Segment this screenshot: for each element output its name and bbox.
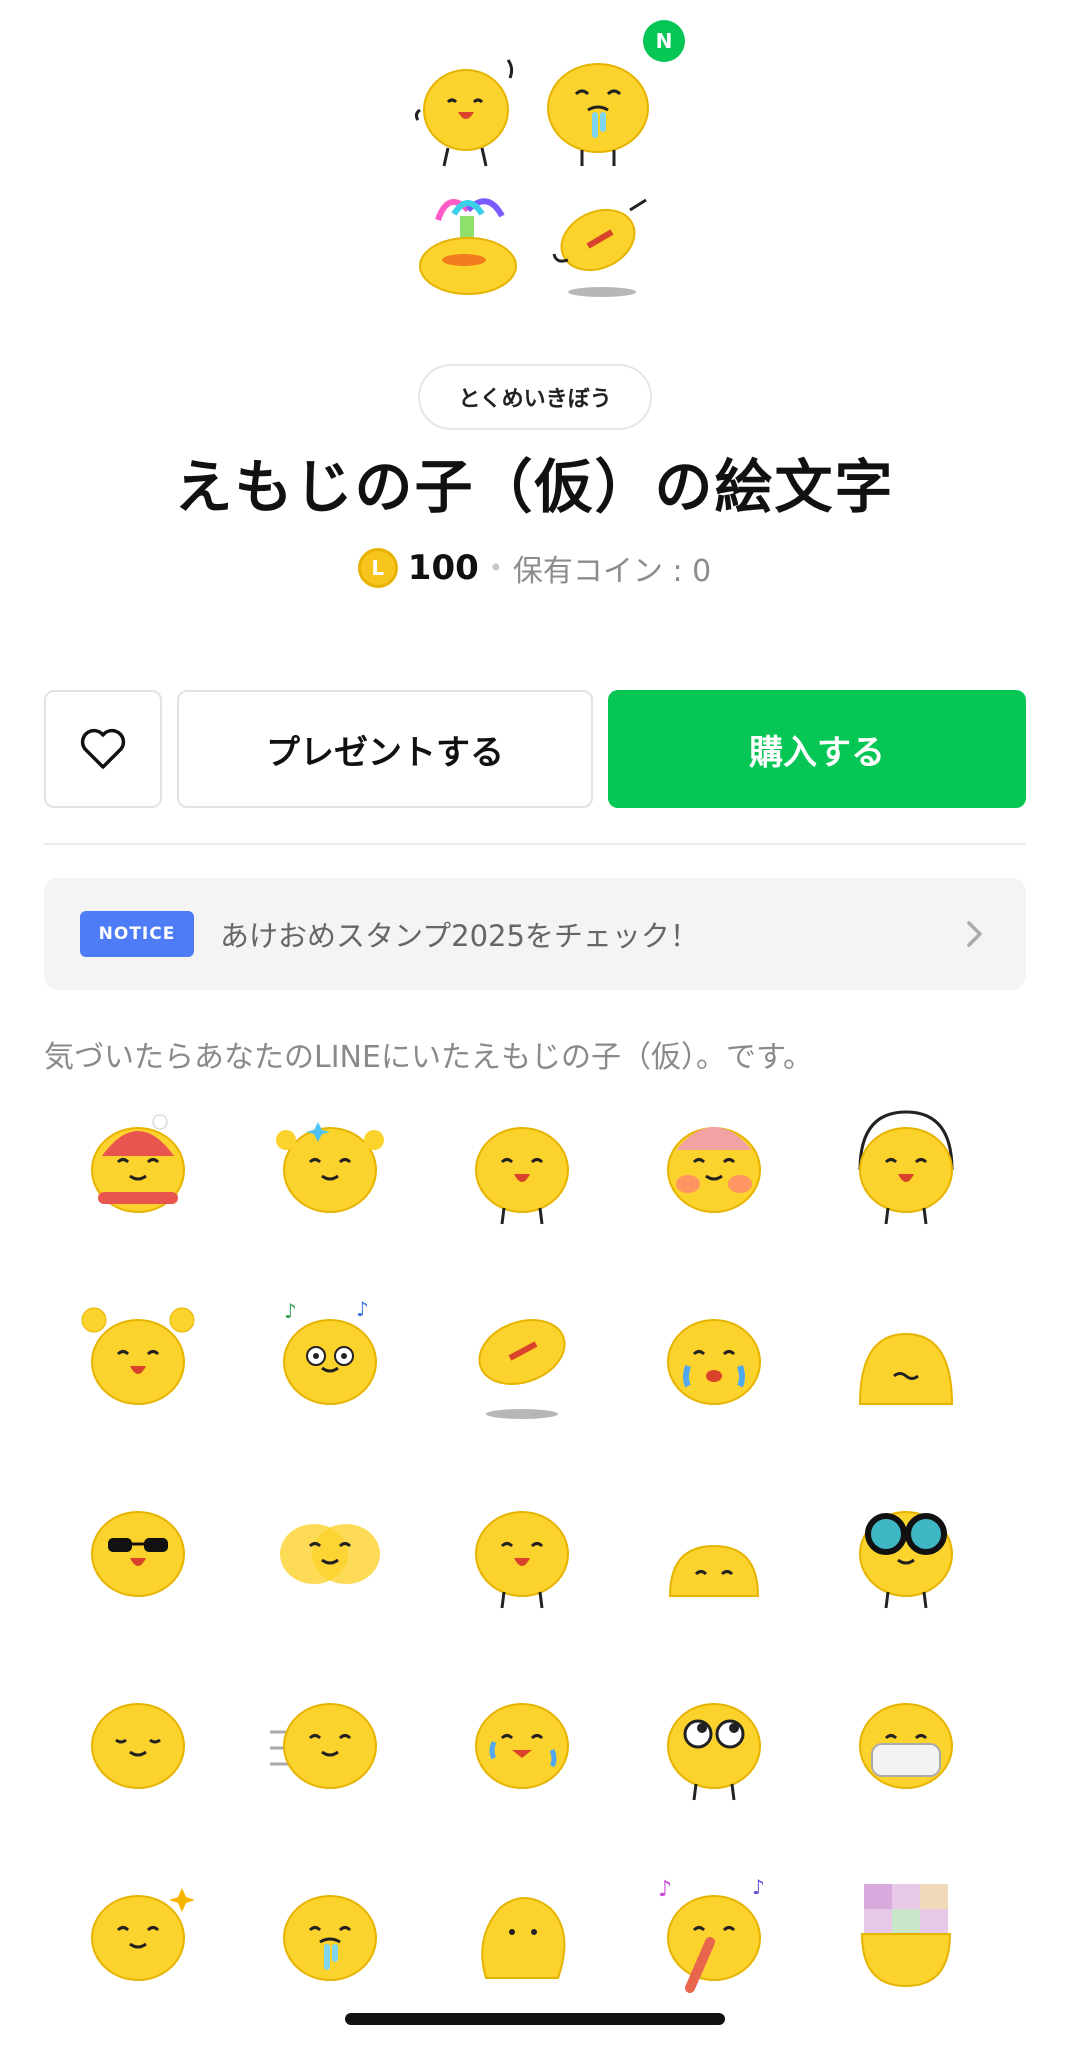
- present-button[interactable]: プレゼントする: [177, 690, 593, 808]
- wave-emoji-icon: [475, 1127, 569, 1225]
- blush-mittens-emoji-icon: [667, 1127, 761, 1213]
- steam-calm-emoji[interactable]: [72, 1676, 204, 1808]
- shaking-blur-emoji-icon: [280, 1524, 380, 1584]
- shaking-blur-emoji[interactable]: [264, 1484, 396, 1616]
- music-dance-emoji[interactable]: ♪ ♪: [264, 1292, 396, 1424]
- music-dance-emoji-icon: ♪ ♪: [283, 1297, 377, 1405]
- new-badge: N: [643, 20, 685, 62]
- speed-dash-emoji[interactable]: [264, 1676, 396, 1808]
- running-jump-emoji-icon: [478, 1319, 566, 1419]
- binoculars-emoji[interactable]: [840, 1484, 972, 1616]
- line-coin-icon: L: [357, 548, 398, 588]
- mosaic-censored-emoji-icon: [860, 1884, 952, 1988]
- sweating-thumb-emoji[interactable]: [456, 1676, 588, 1808]
- buy-button[interactable]: 購入する: [608, 690, 1026, 808]
- arms-circle-emoji[interactable]: [840, 1100, 972, 1232]
- drool-emoji[interactable]: [264, 1868, 396, 2000]
- singing-tongue-emoji[interactable]: ♪ ♪: [648, 1868, 780, 2000]
- svg-text:♪: ♪: [284, 1299, 297, 1323]
- sunglasses-point-emoji-icon: [91, 1511, 185, 1597]
- heart-outline-icon: [80, 728, 126, 769]
- action-bar: プレゼントする 購入する: [44, 690, 1026, 808]
- notice-text: あけおめスタンプ2025をチェック！: [220, 919, 699, 953]
- blob-melt-emoji-icon: [481, 1897, 566, 1979]
- steam-calm-emoji-icon: [91, 1703, 185, 1789]
- hands-up-cheer-emoji-icon: [81, 1307, 195, 1405]
- speed-dash-emoji-icon: [270, 1703, 377, 1789]
- sweating-thumb-emoji-icon: [475, 1703, 569, 1789]
- thumbs-up-sparkle-emoji[interactable]: [264, 1100, 396, 1232]
- face-mask-emoji[interactable]: [840, 1676, 972, 1808]
- face-mask-emoji-icon: [859, 1703, 953, 1789]
- drool-emoji-icon: [283, 1895, 377, 1981]
- peeking-emoji[interactable]: [648, 1484, 780, 1616]
- author-link[interactable]: とくめいきぼう: [418, 364, 652, 430]
- price-amount: 100: [407, 548, 479, 588]
- hiding-emoji[interactable]: [840, 1292, 972, 1424]
- blob-melt-emoji[interactable]: [456, 1868, 588, 2000]
- binoculars-emoji-icon: [859, 1511, 953, 1609]
- notice-banner[interactable]: NOTICE あけおめスタンプ2025をチェック！: [44, 878, 1026, 990]
- arms-circle-emoji-icon: [858, 1110, 954, 1225]
- peeking-emoji-icon: [668, 1544, 760, 1597]
- chevron-right-icon: [967, 921, 982, 947]
- hands-up-cheer-emoji[interactable]: [72, 1292, 204, 1424]
- flex-sparkle-emoji[interactable]: [72, 1868, 204, 2000]
- sunglasses-point-emoji[interactable]: [72, 1484, 204, 1616]
- tongue-tilt-emoji[interactable]: [456, 1484, 588, 1616]
- rolling-eyes-emoji-icon: [667, 1703, 761, 1801]
- wave-emoji: [414, 59, 514, 167]
- hero-preview: N: [0, 0, 1069, 330]
- winter-hat-scarf-emoji-icon: [91, 1114, 185, 1213]
- mosaic-censored-emoji[interactable]: [840, 1868, 972, 2000]
- crying-shock-emoji[interactable]: [648, 1292, 780, 1424]
- blush-mittens-emoji[interactable]: [648, 1100, 780, 1232]
- winter-hat-scarf-emoji[interactable]: [72, 1100, 204, 1232]
- home-indicator: [345, 2013, 725, 2025]
- hiding-emoji-icon: [858, 1332, 954, 1405]
- svg-text:♪: ♪: [752, 1875, 765, 1899]
- wave-emoji[interactable]: [456, 1100, 588, 1232]
- notice-badge: NOTICE: [80, 911, 194, 957]
- owned-coins: 保有コイン : 0: [512, 554, 712, 589]
- svg-text:♪: ♪: [356, 1297, 369, 1321]
- page-title: えもじの子（仮）の絵文字: [174, 453, 895, 521]
- singing-tongue-emoji-icon: ♪ ♪: [658, 1875, 765, 1993]
- drool-emoji: [547, 63, 649, 166]
- running-jump-emoji[interactable]: [456, 1292, 588, 1424]
- thumbs-up-sparkle-emoji-icon: [276, 1122, 384, 1213]
- tongue-tilt-emoji-icon: [475, 1511, 569, 1609]
- flex-sparkle-emoji-icon: [91, 1888, 195, 1981]
- favorite-button[interactable]: [44, 690, 162, 808]
- rainbow-fountain-emoji: [419, 198, 517, 295]
- hero-emoji-grid: [408, 50, 658, 310]
- rolling-eyes-emoji[interactable]: [648, 1676, 780, 1808]
- description: 気づいたらあなたのLINEにいたえもじの子（仮）。です。: [44, 1040, 813, 1075]
- price-row: L 100 • 保有コイン : 0: [0, 540, 1069, 596]
- jump-emoji: [552, 198, 647, 297]
- crying-shock-emoji-icon: [667, 1319, 761, 1405]
- price-separator: •: [488, 554, 503, 582]
- divider: [44, 843, 1026, 845]
- svg-text:♪: ♪: [658, 1877, 672, 1902]
